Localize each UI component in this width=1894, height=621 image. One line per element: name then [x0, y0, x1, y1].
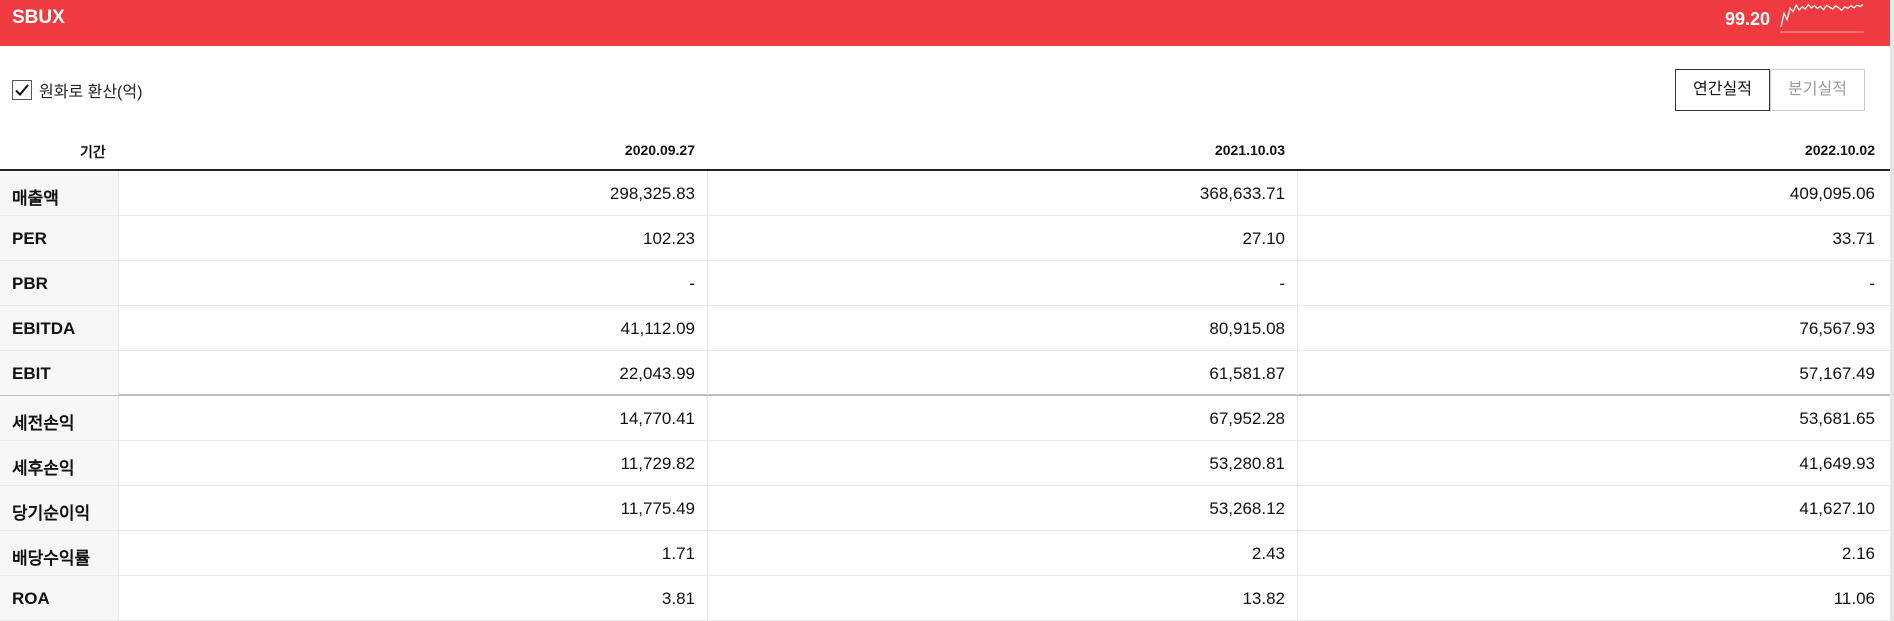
column-separator	[1297, 576, 1298, 620]
table-row: 세후손익 11,729.82 53,280.81 41,649.93	[0, 441, 1890, 486]
row-label-cell: ROA	[0, 576, 119, 620]
column-separator	[1297, 171, 1298, 215]
table-cell: 2.16	[1841, 544, 1875, 563]
row-label: 당기순이익	[12, 504, 91, 523]
column-separator	[707, 441, 708, 485]
column-separator	[707, 306, 708, 350]
row-label: PER	[12, 229, 47, 248]
table-cell: 33.71	[1832, 229, 1875, 248]
table-cell: -	[1869, 274, 1875, 293]
table-row: EBITDA 41,112.09 80,915.08 76,567.93	[0, 306, 1890, 351]
column-header-1: 2020.09.27	[624, 142, 695, 158]
table-cell: 14,770.41	[619, 409, 695, 428]
table-cell: 102.23	[643, 229, 695, 248]
sparkline-line	[1780, 3, 1864, 28]
row-label-cell: 세전손익	[0, 396, 119, 440]
period-header: 기간	[80, 144, 106, 160]
convert-krw-label: 원화로 환산(억)	[39, 84, 143, 101]
column-separator	[707, 486, 708, 530]
row-label: 매출액	[12, 189, 59, 208]
column-separator	[1297, 486, 1298, 530]
row-label-cell: PBR	[0, 261, 119, 305]
column-separator	[707, 171, 708, 215]
column-separator	[1297, 531, 1298, 575]
table-cell: 368,633.71	[1199, 184, 1285, 203]
column-separator	[1297, 216, 1298, 260]
table-row: 매출액 298,325.83 368,633.71 409,095.06	[0, 171, 1890, 216]
quarterly-results-tab[interactable]: 분기실적	[1770, 69, 1865, 111]
column-separator	[707, 261, 708, 305]
stock-header: SBUX 99.20	[0, 0, 1890, 46]
checkmark-icon	[15, 84, 29, 96]
table-cell: 2.43	[1251, 544, 1285, 563]
table-row: EBIT 22,043.99 61,581.87 57,167.49	[0, 351, 1890, 396]
table-cell: -	[1279, 274, 1285, 293]
column-separator	[1297, 261, 1298, 305]
column-separator	[707, 396, 708, 440]
annual-results-tab[interactable]: 연간실적	[1675, 69, 1770, 111]
column-separator	[707, 531, 708, 575]
column-separator	[707, 576, 708, 620]
column-separator	[707, 351, 708, 395]
table-cell: 13.82	[1242, 589, 1285, 608]
table-cell: 41,112.09	[620, 319, 695, 338]
column-separator	[707, 216, 708, 260]
row-label-cell: 당기순이익	[0, 486, 119, 530]
table-cell: 67,952.28	[1209, 409, 1285, 428]
convert-krw-checkbox[interactable]	[12, 80, 32, 100]
row-label: 배당수익률	[12, 549, 91, 568]
row-label: EBITDA	[12, 319, 76, 338]
table-cell: 3.81	[661, 589, 695, 608]
column-separator	[1297, 396, 1298, 440]
row-label-cell: PER	[0, 216, 119, 260]
table-cell: 11,775.49	[620, 499, 695, 518]
table-cell: 41,649.93	[1799, 454, 1875, 473]
table-cell: 11.06	[1833, 589, 1875, 608]
row-label-cell: 배당수익률	[0, 531, 119, 575]
table-cell: 57,167.49	[1799, 364, 1875, 383]
table-row: PER 102.23 27.10 33.71	[0, 216, 1890, 261]
table-cell: 1.71	[661, 544, 695, 563]
table-cell: 409,095.06	[1789, 184, 1875, 203]
row-label-cell: 매출액	[0, 171, 119, 215]
table-row: ROA 3.81 13.82 11.06	[0, 576, 1890, 621]
row-label: EBIT	[12, 364, 51, 383]
column-separator	[1297, 351, 1298, 395]
table-cell: 61,581.87	[1209, 364, 1285, 383]
table-row: 당기순이익 11,775.49 53,268.12 41,627.10	[0, 486, 1890, 531]
row-label-cell: 세후손익	[0, 441, 119, 485]
vertical-scrollbar[interactable]	[1890, 0, 1894, 621]
price-sparkline	[1780, 3, 1864, 33]
table-cell: 76,567.93	[1799, 319, 1875, 338]
table-cell: 41,627.10	[1799, 499, 1875, 518]
table-cell: 53,268.12	[1209, 499, 1285, 518]
table-cell: 27.10	[1242, 229, 1285, 248]
row-label-cell: EBITDA	[0, 306, 119, 350]
row-label: 세후손익	[12, 459, 75, 478]
row-label-cell: EBIT	[0, 351, 119, 395]
table-cell: 80,915.08	[1209, 319, 1285, 338]
table-cell: 53,280.81	[1209, 454, 1285, 473]
column-separator	[1297, 306, 1298, 350]
row-label: 세전손익	[12, 414, 75, 433]
column-header-2: 2021.10.03	[1214, 142, 1285, 158]
table-cell: 22,043.99	[619, 364, 695, 383]
table-row: 세전손익 14,770.41 67,952.28 53,681.65	[0, 396, 1890, 441]
column-header-3: 2022.10.02	[1804, 142, 1875, 158]
row-label: ROA	[12, 589, 50, 608]
table-cell: 53,681.65	[1799, 409, 1875, 428]
table-row: 배당수익률 1.71 2.43 2.16	[0, 531, 1890, 576]
table-cell: -	[689, 274, 695, 293]
table-cell: 298,325.83	[609, 184, 695, 203]
table-cell: 11,729.82	[620, 454, 695, 473]
table-row: PBR - - -	[0, 261, 1890, 306]
current-price: 99.20	[1725, 9, 1771, 29]
row-label: PBR	[12, 274, 48, 293]
column-separator	[1297, 441, 1298, 485]
ticker-symbol: SBUX	[12, 7, 65, 28]
